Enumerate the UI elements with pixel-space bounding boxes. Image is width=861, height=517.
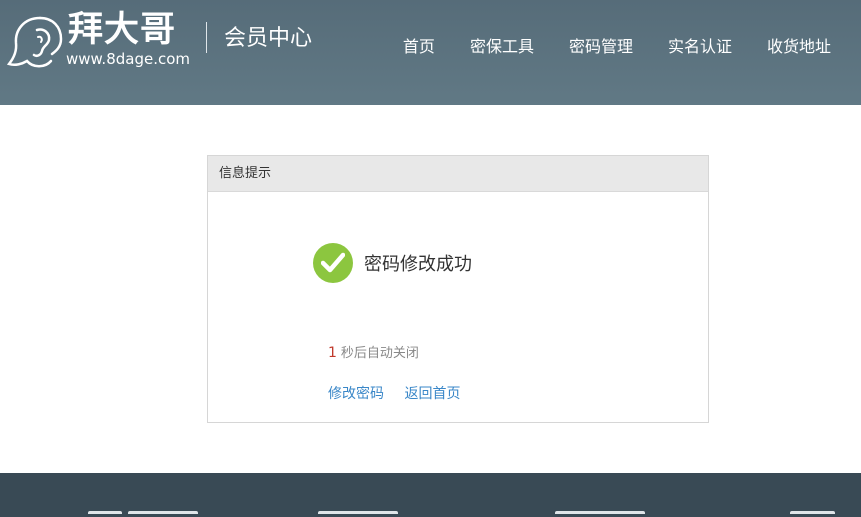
countdown-text: 秒后自动关闭 [340, 346, 419, 361]
countdown-seconds: 1 [328, 345, 337, 361]
site-footer [0, 473, 861, 517]
site-header: 拜大哥 www.8dage.com 会员中心 首页 密保工具 密码管理 实名认证… [0, 0, 861, 105]
header-divider [206, 22, 207, 53]
nav-password-management[interactable]: 密码管理 [569, 36, 633, 58]
ear-logo-icon [6, 16, 63, 68]
success-text: 密码修改成功 [364, 254, 472, 275]
action-links: 修改密码 返回首页 [328, 383, 476, 403]
nav-security-tools[interactable]: 密保工具 [470, 36, 534, 58]
message-panel: 信息提示 密码修改成功 1 秒后自动关闭 修改密码 返回首页 [207, 155, 709, 423]
footer-cutoff-text [0, 511, 861, 517]
footer-text-fragment [790, 511, 835, 517]
footer-text-fragment [318, 511, 398, 517]
logo-title: 拜大哥 [68, 10, 177, 50]
nav-shipping-address[interactable]: 收货地址 [767, 36, 831, 58]
main-nav: 首页 密保工具 密码管理 实名认证 收货地址 [368, 36, 831, 58]
nav-real-name-verification[interactable]: 实名认证 [668, 36, 732, 58]
footer-text-fragment [128, 511, 198, 517]
change-password-link[interactable]: 修改密码 [328, 386, 384, 402]
check-circle-icon [313, 243, 353, 283]
countdown: 1 秒后自动关闭 [328, 342, 419, 361]
back-home-link[interactable]: 返回首页 [404, 386, 460, 402]
checkmark-icon [321, 252, 345, 273]
footer-text-fragment [555, 511, 645, 517]
page-section-title: 会员中心 [224, 26, 313, 51]
panel-title: 信息提示 [208, 156, 708, 192]
nav-home[interactable]: 首页 [403, 36, 435, 58]
site-logo[interactable]: 拜大哥 www.8dage.com [6, 8, 196, 70]
footer-text-fragment [88, 511, 122, 517]
success-message: 密码修改成功 [313, 243, 472, 283]
logo-url: www.8dage.com [66, 50, 191, 68]
